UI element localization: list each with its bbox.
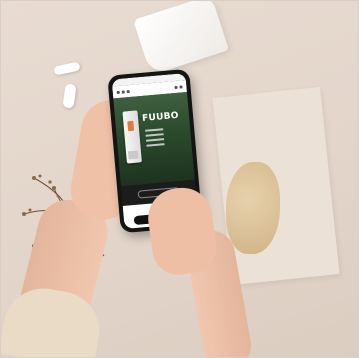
photo-scene: FUUBO — [0, 0, 359, 358]
frame-border — [0, 0, 359, 358]
